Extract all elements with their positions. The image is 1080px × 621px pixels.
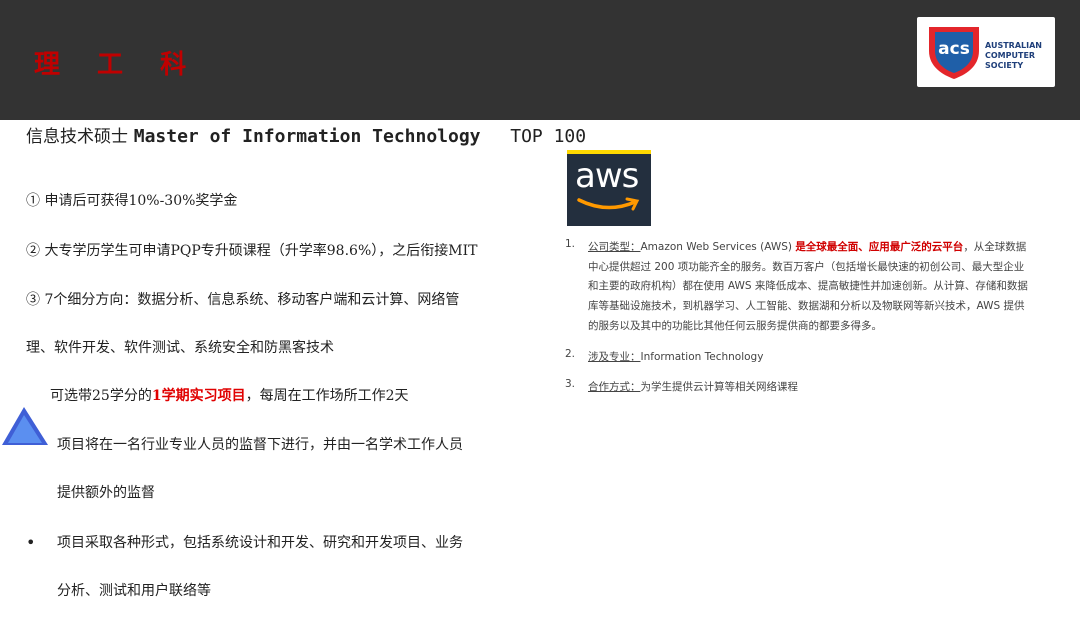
item-label: 合作方式： [588,381,641,393]
internship-prefix: 可选带25学分的 [50,388,152,404]
aws-wordmark: aws [575,156,639,196]
acs-line-2: COMPUTER [985,51,1036,60]
acs-line-1: AUSTRALIAN [985,41,1042,50]
program-title-en: Master of Information Technology [133,126,481,147]
bullet2-line-2: 分析、测试和用户联络等 [57,583,211,599]
item-label: 公司类型： [588,241,641,253]
scholarship-line: ① 申请后可获得10%-30%奖学金 [26,193,238,209]
program-title-cn: 信息技术硕士 [26,127,128,147]
bullet-icon: • [26,533,36,552]
acs-logo: acs AUSTRALIAN COMPUTER SOCIETY [917,17,1055,87]
bullet1-line-2: 提供额外的监督 [57,485,155,501]
item-number: 3. [565,378,576,390]
program-title: 信息技术硕士 Master of Information Technology … [26,122,586,147]
item-text-before: Amazon Web Services (AWS) [640,241,796,253]
item-number: 2. [565,348,576,360]
bullet2-line-1: 项目采取各种形式，包括系统设计和开发、研究和开发项目、业务 [57,535,463,551]
specializations-line-2: 理、软件开发、软件测试、系统安全和防黑客技术 [26,340,334,356]
item-text: 为学生提供云计算等相关网络课程 [640,381,799,393]
item-number: 1. [565,238,576,250]
pqp-line: ② 大专学历学生可申请PQP专升硕课程（升学率98.6%），之后衔接MIT [26,243,478,259]
item-highlight: 是全球最全面、应用最广泛的云平台 [795,241,964,253]
acs-abbr: acs [938,39,970,59]
item-text: Information Technology [640,351,764,363]
ranking-badge: TOP 100 [510,126,587,147]
acs-org-name: AUSTRALIAN COMPUTER SOCIETY [985,41,1053,71]
item-text-after: ，从全球数据中心提供超过 200 项功能齐全的服务。数百万客户（包括增长最快速的… [588,241,1028,332]
aws-smile-icon [577,197,640,211]
aws-logo: aws [567,150,651,226]
acs-line-3: SOCIETY [985,61,1024,70]
acs-shield-icon: acs [929,27,979,79]
section-title: 理 工 科 [34,50,201,80]
triangle-decoration-icon [2,407,48,445]
internship-line: 可选带25学分的1学期实习项目，每周在工作场所工作2天 [50,385,409,405]
header-bar: 理 工 科 acs AUSTRALIAN COMPUTER SOCIETY [0,0,1080,120]
bullet1-line-1: 项目将在一名行业专业人员的监督下进行，并由一名学术工作人员 [57,437,463,453]
internship-highlight: 1学期实习项目 [151,388,246,404]
specializations-line-1: ③ 7个细分方向：数据分析、信息系统、移动客户端和云计算、网络管 [26,292,460,308]
internship-suffix: ，每周在工作场所工作2天 [245,388,409,404]
item-label: 涉及专业： [588,351,641,363]
